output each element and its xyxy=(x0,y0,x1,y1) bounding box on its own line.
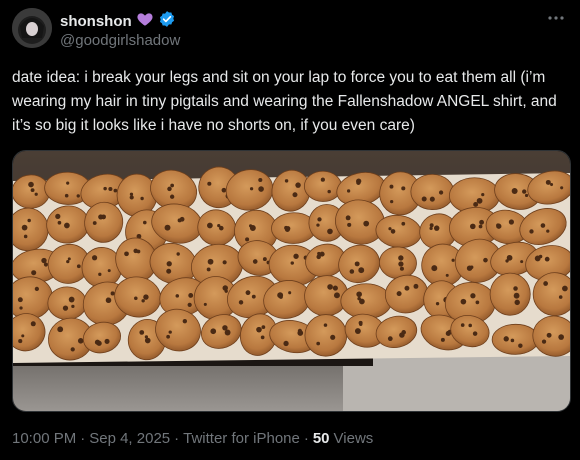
separator: · xyxy=(80,430,86,447)
tweet-date[interactable]: Sep 4, 2025 xyxy=(89,430,170,447)
more-icon[interactable] xyxy=(544,6,568,30)
verified-badge-icon[interactable] xyxy=(158,10,176,33)
avatar[interactable] xyxy=(12,8,52,48)
purple-heart-icon xyxy=(136,10,154,33)
tweet-time[interactable]: 10:00 PM xyxy=(12,430,76,447)
tweet-image[interactable] xyxy=(12,150,571,412)
cookies-photo xyxy=(13,151,570,411)
tweet-text: date idea: i break your legs and sit on … xyxy=(12,69,562,134)
views-count[interactable]: 50 xyxy=(313,430,330,447)
display-name[interactable]: shonshon xyxy=(60,13,132,30)
tweet-client: Twitter for iPhone xyxy=(183,430,300,447)
separator: · xyxy=(303,430,309,447)
separator: · xyxy=(174,430,180,447)
author-name-row: shonshon xyxy=(60,10,176,33)
tweet-meta: 10:00 PM · Sep 4, 2025 · Twitter for iPh… xyxy=(12,430,373,447)
tweet-card: shonshon @goodgirlshadow date idea: i br… xyxy=(0,0,580,460)
views-label: Views xyxy=(333,430,374,447)
author-handle[interactable]: @goodgirlshadow xyxy=(60,32,180,49)
